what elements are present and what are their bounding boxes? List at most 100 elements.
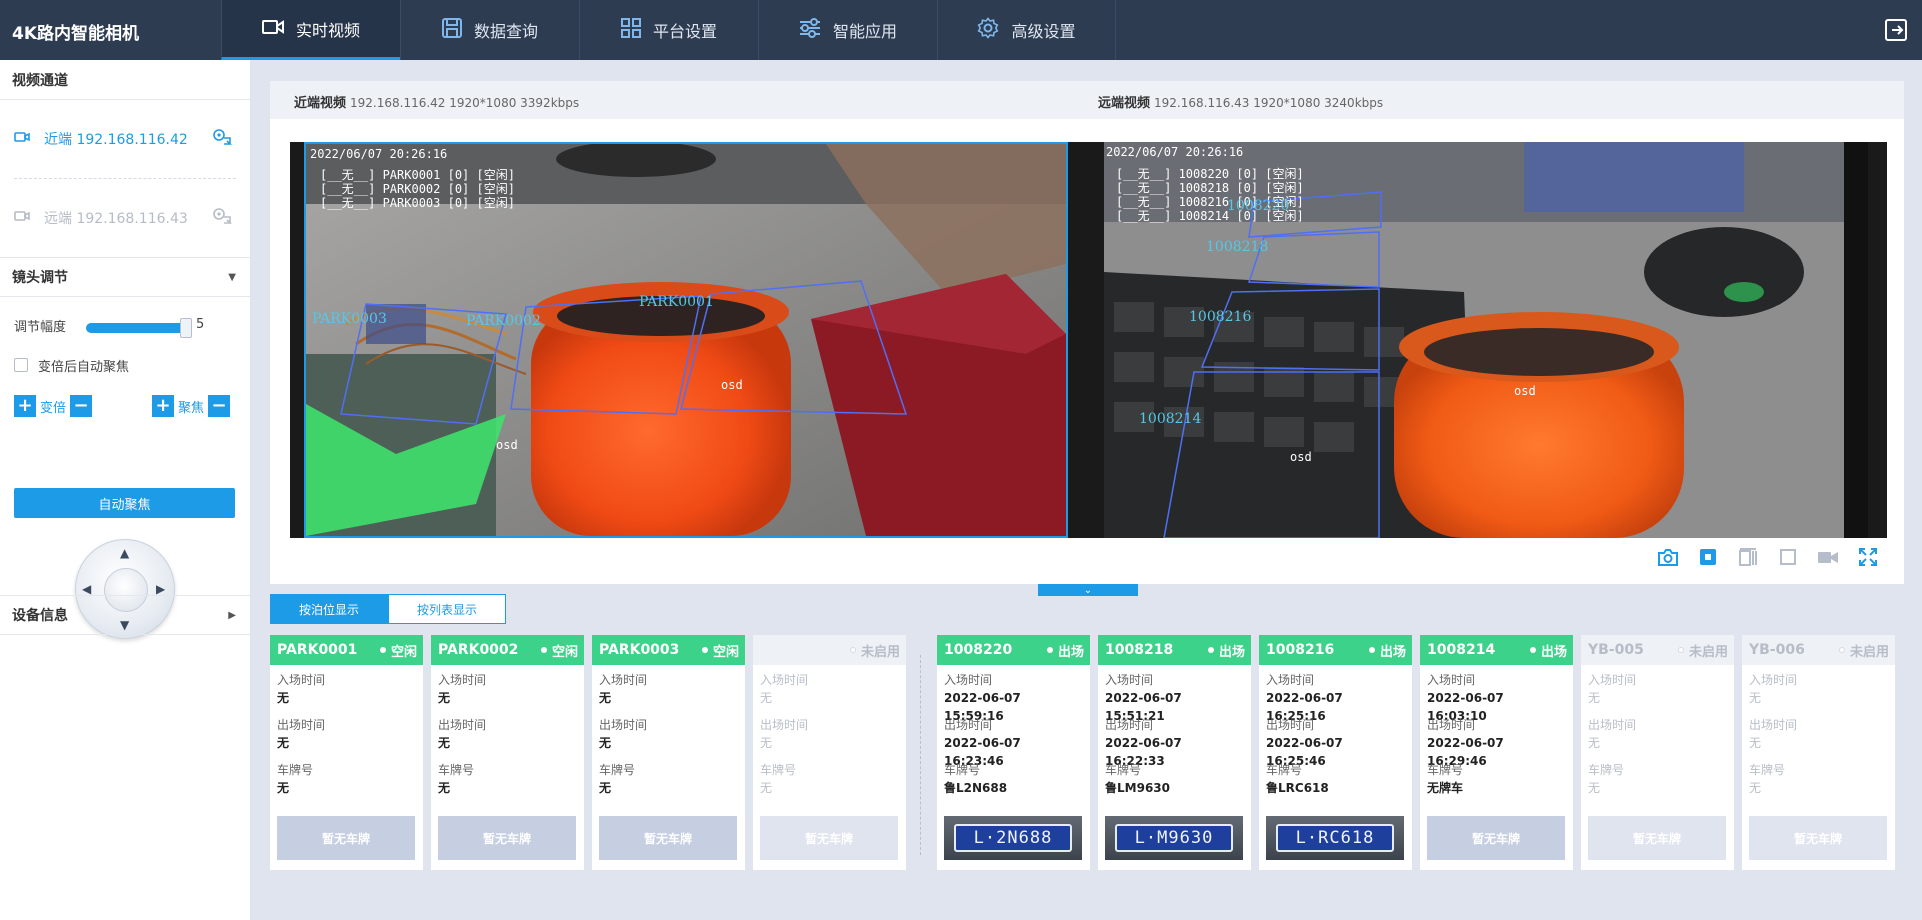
- spot-name: 1008214: [1427, 642, 1496, 658]
- entry-time-label: 入场时间: [1749, 673, 1798, 687]
- tab-label: 高级设置: [1011, 22, 1076, 41]
- plate-label: 车牌号: [1105, 763, 1142, 777]
- arrow-up-icon[interactable]: ▲: [120, 546, 129, 560]
- ptz-control-icon[interactable]: [212, 207, 232, 229]
- zoom-in-button[interactable]: +: [14, 395, 36, 417]
- video-header: 近端视频 192.168.116.42 1920*1080 3392kbps 远端…: [270, 81, 1904, 119]
- frame-icon[interactable]: [1776, 545, 1800, 569]
- exit-time-value: 2022-06-07 16:22:33: [1105, 736, 1182, 768]
- tab-advanced-settings[interactable]: 高级设置: [937, 0, 1116, 60]
- layout-split-icon[interactable]: [1736, 545, 1760, 569]
- arrow-right-icon[interactable]: ▶: [156, 582, 165, 596]
- no-plate-button[interactable]: 暂无车牌: [599, 816, 737, 860]
- device-info-header[interactable]: 设备信息 ▶: [0, 595, 250, 635]
- near-osd-line: [__无__] PARK0003 [0] [空闲]: [320, 196, 515, 210]
- tab-by-list[interactable]: 按列表显示: [388, 594, 506, 624]
- camera-icon: [14, 210, 30, 226]
- no-plate-button[interactable]: 暂无车牌: [1588, 816, 1726, 860]
- spot-card-1008220[interactable]: 1008220 出场 入场时间 2022-06-07 15:59:16 出场时间 …: [937, 635, 1090, 870]
- no-plate-button[interactable]: 暂无车牌: [1749, 816, 1887, 860]
- spot-card-yb-006[interactable]: YB-006 未启用 入场时间 无 出场时间 无 车牌号 无 暂无车牌: [1742, 635, 1895, 870]
- plate-value: 无: [1749, 781, 1762, 795]
- lens-adjust-title: 镜头调节: [12, 270, 68, 286]
- auto-focus-button[interactable]: 自动聚焦: [14, 488, 235, 518]
- plate-snapshot[interactable]: L·RC618: [1266, 816, 1404, 860]
- entry-time-value: 2022-06-07 16:03:10: [1427, 691, 1504, 723]
- channel-far[interactable]: 远端 192.168.116.43: [0, 179, 250, 257]
- ptz-control-icon[interactable]: [212, 128, 232, 150]
- near-video-info: 192.168.116.42 1920*1080 3392kbps: [350, 96, 580, 110]
- plate-snapshot[interactable]: L·M9630: [1105, 816, 1243, 860]
- channel-near[interactable]: 近端 192.168.116.42: [0, 100, 250, 178]
- far-video-feed[interactable]: 2022/06/07 20:26:16 [__无__] 1008220 [0] …: [1104, 142, 1868, 538]
- adjust-range-value: 5: [196, 317, 205, 332]
- exit-time-label: 出场时间: [1105, 718, 1154, 732]
- near-osd-marker: osd: [496, 438, 518, 452]
- spot-card-1008214[interactable]: 1008214 出场 入场时间 2022-06-07 16:03:10 出场时间 …: [1420, 635, 1573, 870]
- entry-time-value: 2022-06-07 16:25:16: [1266, 691, 1343, 723]
- status-text: 空闲: [390, 644, 417, 660]
- tab-live-video[interactable]: 实时视频: [221, 0, 400, 60]
- spot-card-header: YB-005 未启用: [1581, 635, 1734, 665]
- arrow-left-icon[interactable]: ◀: [82, 582, 91, 596]
- tab-data-query[interactable]: 数据查询: [400, 0, 579, 60]
- focus-out-button[interactable]: −: [208, 395, 231, 417]
- slider-handle[interactable]: [180, 318, 192, 338]
- record-video-icon[interactable]: [1816, 545, 1840, 569]
- zoom-out-button[interactable]: −: [70, 395, 93, 417]
- video-area: 2022/06/07 20:26:16 [__无__] PARK0001 [0]…: [290, 142, 1887, 538]
- zoom-label: 变倍: [40, 400, 67, 416]
- spot-name: YB-006: [1749, 642, 1805, 658]
- gear-icon: [977, 17, 1011, 43]
- zoom-control: + 变倍 −: [14, 395, 93, 417]
- no-plate-button[interactable]: 暂无车牌: [760, 816, 898, 860]
- snapshot-camera-icon[interactable]: [1656, 545, 1680, 569]
- far-osd-line: [__无__] 1008220 [0] [空闲]: [1116, 167, 1304, 181]
- spot-card-1008216[interactable]: 1008216 出场 入场时间 2022-06-07 16:25:16 出场时间 …: [1259, 635, 1412, 870]
- entry-time-label: 入场时间: [944, 673, 993, 687]
- no-plate-button[interactable]: 暂无车牌: [438, 816, 576, 860]
- plate-value: 无牌车: [1427, 781, 1464, 795]
- spot-card-park0003[interactable]: PARK0003 空闲 入场时间 无 出场时间 无 车牌号 无 暂无车牌: [592, 635, 745, 870]
- spot-card-disabled[interactable]: 未启用 入场时间 无 出场时间 无 车牌号 无 暂无车牌: [753, 635, 906, 870]
- tab-platform-settings[interactable]: 平台设置: [579, 0, 758, 60]
- entry-time-value: 2022-06-07 15:59:16: [944, 691, 1021, 723]
- exit-time-label: 出场时间: [1749, 718, 1798, 732]
- spot-card-park0002[interactable]: PARK0002 空闲 入场时间 无 出场时间 无 车牌号 无 暂无车牌: [431, 635, 584, 870]
- adjust-range-slider[interactable]: [86, 323, 186, 333]
- near-video-feed[interactable]: 2022/06/07 20:26:16 [__无__] PARK0001 [0]…: [304, 142, 1068, 538]
- entry-time-value: 无: [599, 691, 612, 705]
- logout-icon[interactable]: [1884, 18, 1908, 42]
- tab-label: 实时视频: [295, 20, 360, 40]
- plate-label: 车牌号: [277, 763, 314, 777]
- lens-adjust-header[interactable]: 镜头调节 ▼: [0, 257, 250, 297]
- panel-expand-toggle[interactable]: ⌄: [1038, 584, 1138, 596]
- video-channels-header: 视频通道: [0, 60, 250, 100]
- status-text: 出场: [1057, 644, 1084, 660]
- entry-time-value: 无: [438, 691, 451, 705]
- far-video-label: 远端视频: [1098, 96, 1151, 111]
- tab-smart-apps[interactable]: 智能应用: [758, 0, 937, 60]
- far-zone-label: 1008216: [1189, 309, 1251, 325]
- entry-time-label: 入场时间: [1588, 673, 1637, 687]
- spot-name: YB-005: [1588, 642, 1644, 658]
- stop-icon[interactable]: [1696, 545, 1720, 569]
- plate-snapshot[interactable]: L·2N688: [944, 816, 1082, 860]
- tab-by-spot[interactable]: 按泊位显示: [270, 594, 388, 624]
- spot-name: PARK0002: [438, 642, 519, 658]
- spot-card-yb-005[interactable]: YB-005 未启用 入场时间 无 出场时间 无 车牌号 无 暂无车牌: [1581, 635, 1734, 870]
- focus-in-button[interactable]: +: [152, 395, 174, 417]
- device-info-title: 设备信息: [12, 608, 68, 624]
- main-area: 近端视频 192.168.116.42 1920*1080 3392kbps 远端…: [251, 60, 1922, 920]
- no-plate-button[interactable]: 暂无车牌: [1427, 816, 1565, 860]
- adjust-range-label: 调节幅度: [14, 319, 67, 335]
- no-plate-button[interactable]: 暂无车牌: [277, 816, 415, 860]
- entry-time-value: 无: [277, 691, 290, 705]
- auto-focus-checkbox[interactable]: [14, 358, 28, 372]
- spot-card-park0001[interactable]: PARK0001 空闲 入场时间 无 出场时间 无 车牌号 无 暂无车牌: [270, 635, 423, 870]
- status-badge: 空闲: [379, 641, 417, 660]
- fullscreen-icon[interactable]: [1856, 545, 1880, 569]
- far-zone-label: 1008214: [1139, 411, 1201, 427]
- far-zone-label: 1008218: [1206, 239, 1268, 255]
- spot-card-1008218[interactable]: 1008218 出场 入场时间 2022-06-07 15:51:21 出场时间 …: [1098, 635, 1251, 870]
